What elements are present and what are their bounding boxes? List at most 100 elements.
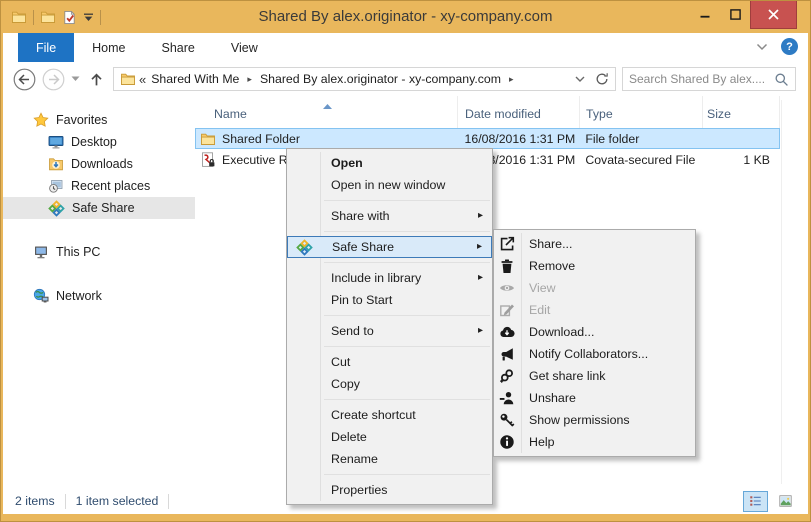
context-menu: OpenOpen in new windowShare with▸Safe Sh… xyxy=(286,148,493,505)
tab-file[interactable]: File xyxy=(18,33,74,62)
breadcrumb-shared-with-me[interactable]: Shared With Me xyxy=(149,72,241,86)
forward-button[interactable] xyxy=(42,68,65,91)
file-row-shared-folder[interactable]: Shared Folder16/08/2016 1:31 PMFile fold… xyxy=(195,128,780,149)
safe-share-submenu: Share...RemoveViewEditDownload...Notify … xyxy=(493,229,696,457)
address-bar[interactable]: «Shared With Me▸Shared By alex.originato… xyxy=(113,67,616,91)
submenu-item-share[interactable]: Share... xyxy=(494,233,695,255)
close-button[interactable] xyxy=(750,1,797,29)
ribbon-tabs: FileHomeShareView xyxy=(3,33,808,62)
sidebar-item-desktop[interactable]: Desktop xyxy=(3,131,195,153)
context-menu-item-share-with[interactable]: Share with▸ xyxy=(287,205,492,227)
menu-item-label: Unshare xyxy=(529,391,576,405)
context-menu-item-include-in-library[interactable]: Include in library ▸ xyxy=(287,267,492,289)
sidebar-item-label: Network xyxy=(56,289,102,303)
sidebar-item-network[interactable]: Network xyxy=(3,285,195,307)
context-menu-item-cut[interactable]: Cut xyxy=(287,351,492,373)
tab-home[interactable]: Home xyxy=(74,33,143,62)
menu-item-label: Include in library xyxy=(331,271,421,285)
eye-icon xyxy=(499,280,515,296)
menu-item-label: Notify Collaborators... xyxy=(529,347,648,361)
menu-item-label: Open xyxy=(331,156,363,170)
breadcrumb-chevron-icon[interactable]: ▸ xyxy=(244,74,255,85)
submenu-item-help[interactable]: Help xyxy=(494,431,695,453)
minimize-button[interactable] xyxy=(690,1,720,27)
menu-separator xyxy=(324,346,490,347)
status-divider xyxy=(168,494,169,509)
sidebar-item-downloads[interactable]: Downloads xyxy=(3,153,195,175)
submenu-item-view: View xyxy=(494,277,695,299)
menu-item-label: Get share link xyxy=(529,369,605,383)
refresh-icon[interactable] xyxy=(592,69,612,89)
back-button[interactable] xyxy=(13,68,36,91)
menu-item-label: Safe Share xyxy=(332,240,394,254)
recent-locations-dropdown-icon[interactable] xyxy=(71,76,80,82)
menu-item-label: Pin to Start xyxy=(331,293,392,307)
sidebar-item-safe-share[interactable]: Safe Share xyxy=(3,197,195,219)
menu-separator xyxy=(324,474,490,475)
menu-item-label: Copy xyxy=(331,377,360,391)
submenu-item-download[interactable]: Download... xyxy=(494,321,695,343)
submenu-item-remove[interactable]: Remove xyxy=(494,255,695,277)
file-name: Executive Re xyxy=(222,153,294,167)
key-icon xyxy=(499,412,515,428)
search-input[interactable] xyxy=(629,72,774,86)
menu-item-label: Rename xyxy=(331,452,378,466)
context-menu-item-pin-to-start[interactable]: Pin to Start xyxy=(287,289,492,311)
submenu-item-get-share-link[interactable]: Get share link xyxy=(494,365,695,387)
menu-item-label: Properties xyxy=(331,483,387,497)
context-menu-item-safe-share[interactable]: Safe Share ▸ xyxy=(287,236,492,258)
context-menu-item-properties[interactable]: Properties xyxy=(287,479,492,501)
window-title: Shared By alex.originator - xy-company.c… xyxy=(1,8,810,25)
selection-count-label: 1 item selected xyxy=(76,494,159,508)
folder-icon xyxy=(120,71,136,87)
minimize-ribbon-chevron-icon[interactable] xyxy=(756,40,768,54)
tab-share[interactable]: Share xyxy=(144,33,213,62)
submenu-item-notify-collaborators[interactable]: Notify Collaborators... xyxy=(494,343,695,365)
sidebar-item-recent-places[interactable]: Recent places xyxy=(3,175,195,197)
column-header-type[interactable]: Type xyxy=(580,96,703,128)
submenu-item-unshare[interactable]: Unshare xyxy=(494,387,695,409)
share-link-icon xyxy=(499,368,515,384)
up-button[interactable] xyxy=(89,72,104,87)
file-date-modified-cell: 16/08/2016 1:31 PM xyxy=(458,132,580,146)
menu-separator xyxy=(324,231,490,232)
sidebar-item-this-pc[interactable]: This PC xyxy=(3,241,195,263)
column-header-size[interactable]: Size xyxy=(703,96,780,128)
search-icon[interactable] xyxy=(774,72,789,87)
downloads-icon xyxy=(48,156,64,172)
menu-item-label: Share with xyxy=(331,209,390,223)
sidebar-item-favorites[interactable]: Favorites xyxy=(3,109,195,131)
context-menu-item-send-to[interactable]: Send to▸ xyxy=(287,320,492,342)
context-menu-item-open-in-new-window[interactable]: Open in new window xyxy=(287,174,492,196)
navigation-toolbar: «Shared With Me▸Shared By alex.originato… xyxy=(3,62,808,96)
context-menu-item-create-shortcut[interactable]: Create shortcut xyxy=(287,404,492,426)
submenu-item-show-permissions[interactable]: Show permissions xyxy=(494,409,695,431)
download-icon xyxy=(499,324,515,340)
menu-item-label: Cut xyxy=(331,355,350,369)
large-icons-view-button[interactable] xyxy=(773,491,798,512)
context-menu-item-delete[interactable]: Delete xyxy=(287,426,492,448)
submenu-arrow-icon: ▸ xyxy=(478,267,483,289)
help-icon[interactable]: ? xyxy=(781,38,798,55)
breadcrumb-root-chevron[interactable]: « xyxy=(139,72,146,87)
file-size-cell: 1 KB xyxy=(702,153,779,167)
trash-icon xyxy=(499,258,515,274)
details-view-button[interactable] xyxy=(743,491,768,512)
info-icon xyxy=(499,434,515,450)
breadcrumb-chevron-icon[interactable]: ▸ xyxy=(506,74,517,85)
submenu-arrow-icon: ▸ xyxy=(477,237,482,257)
context-menu-item-open[interactable]: Open xyxy=(287,152,492,174)
maximize-button[interactable] xyxy=(720,1,750,27)
tab-view[interactable]: View xyxy=(213,33,276,62)
context-menu-item-rename[interactable]: Rename xyxy=(287,448,492,470)
menu-item-label: Send to xyxy=(331,324,374,338)
breadcrumb-shared-by-alexoriginator-xy-companycom[interactable]: Shared By alex.originator - xy-company.c… xyxy=(258,72,503,86)
file-type-cell: Covata-secured File xyxy=(579,153,702,167)
menu-item-label: Help xyxy=(529,435,554,449)
previous-locations-dropdown-icon[interactable] xyxy=(570,69,590,89)
safeshare-icon xyxy=(296,239,313,256)
context-menu-item-copy[interactable]: Copy xyxy=(287,373,492,395)
search-box xyxy=(622,67,796,91)
column-header-date-modified[interactable]: Date modified xyxy=(458,96,580,128)
sidebar-item-label: Recent places xyxy=(71,179,150,193)
